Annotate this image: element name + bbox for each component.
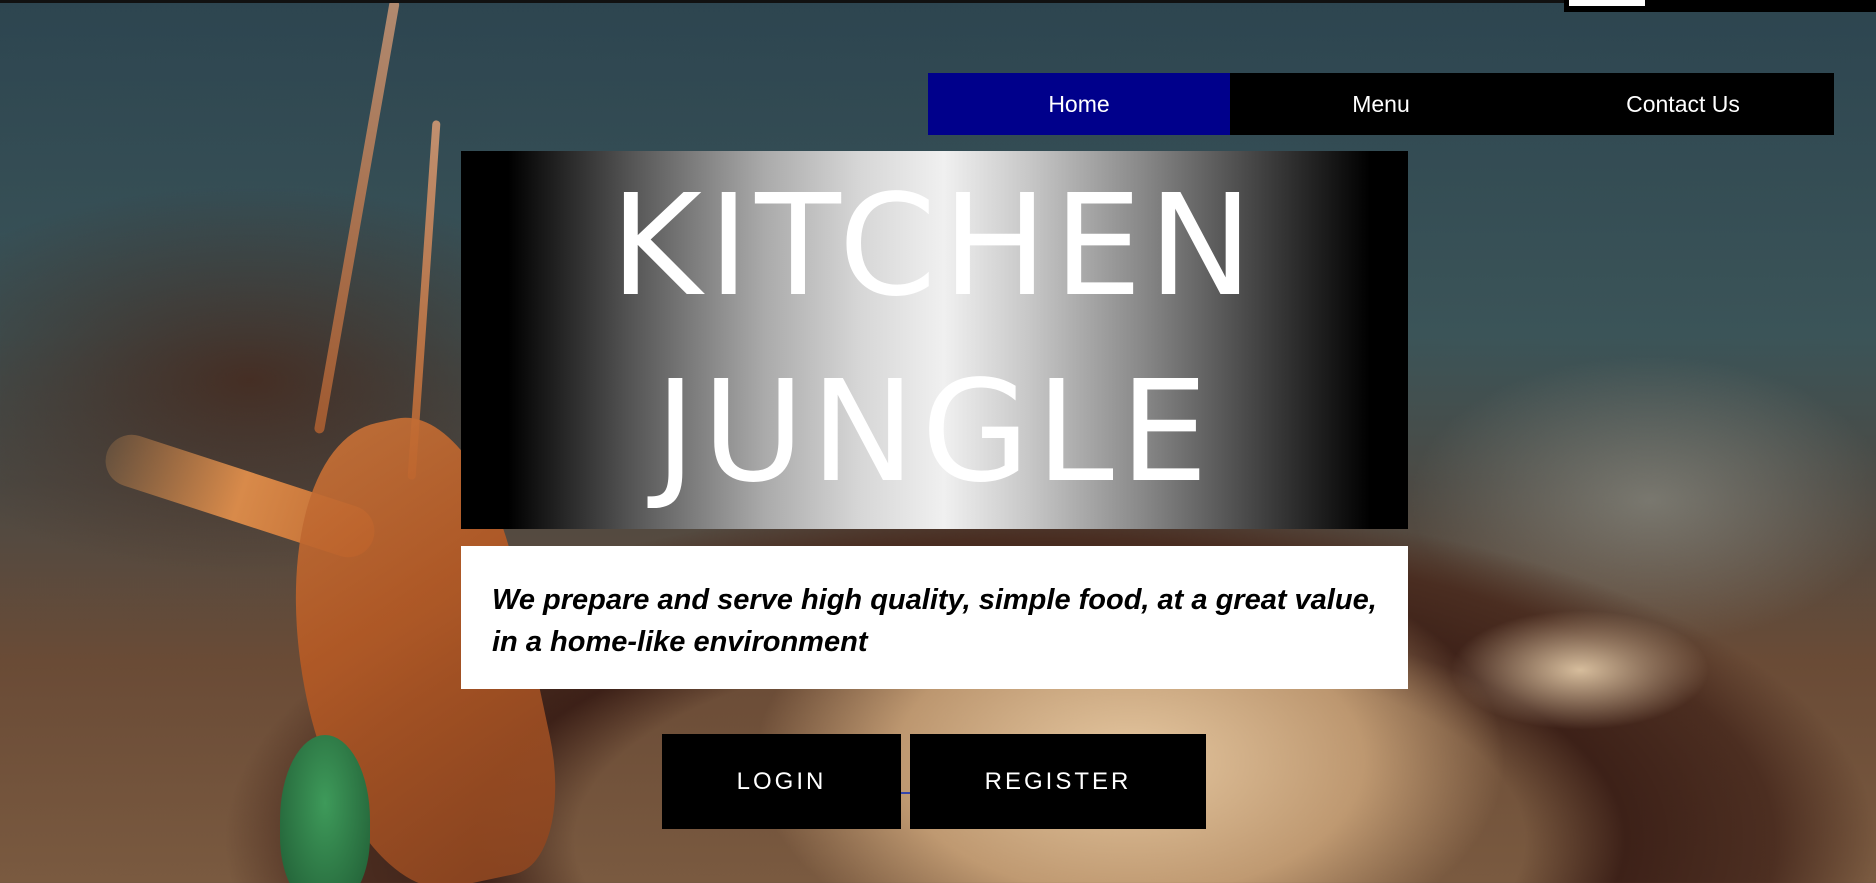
top-right-chip [1569,0,1645,6]
register-button[interactable]: REGISTER [910,734,1206,829]
background-photo-noodles [1450,610,1710,730]
hero-title-line-1: KITCHEN [610,165,1259,328]
nav-home[interactable]: Home [928,73,1230,135]
main-nav: Home Menu Contact Us [928,73,1834,135]
background-photo-antenna [313,0,400,435]
background-photo-shrimp-tail [98,428,382,564]
background-photo-herb [280,735,370,883]
nav-menu[interactable]: Menu [1230,73,1532,135]
tagline-text: We prepare and serve high quality, simpl… [492,584,1377,658]
button-divider [901,792,910,794]
hero-banner: KITCHEN JUNGLE [461,151,1408,529]
background-photo-antenna [407,120,441,480]
nav-contact-us[interactable]: Contact Us [1532,73,1834,135]
tagline-box: We prepare and serve high quality, simpl… [461,546,1408,689]
login-button[interactable]: LOGIN [662,734,901,829]
hero-title-line-2: JUNGLE [654,351,1215,514]
